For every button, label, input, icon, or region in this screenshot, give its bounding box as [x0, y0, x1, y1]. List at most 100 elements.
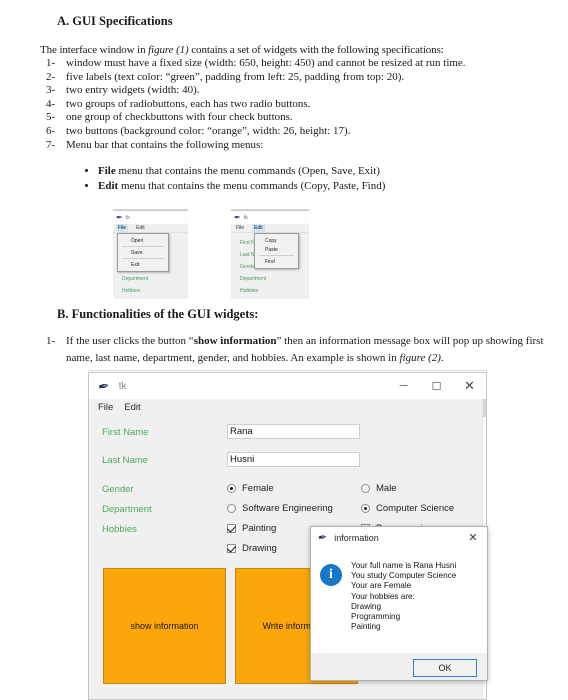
menu-bullet-rest: menu that contains the menu commands (Op… [115, 165, 380, 177]
radio-icon [227, 484, 236, 493]
minifig1-label-department: Department [122, 276, 149, 282]
dialog-titlebar: ✒ information ✕ [311, 527, 487, 548]
radio-gender-male[interactable]: Male [361, 483, 397, 494]
radio-gender-female-label: Female [242, 483, 274, 494]
minifig1-menu-save[interactable]: Save [118, 248, 168, 257]
dialog-footer: OK [311, 653, 487, 680]
section-b-item-1: 1- If the user clicks the button “show i… [46, 333, 546, 366]
minifig1-dd-sep-2 [122, 258, 164, 259]
dialog-message: Your full name is Rana Husni You study C… [351, 561, 457, 632]
minifig1-menu-open[interactable]: Open [118, 236, 168, 245]
label-hobbies: Hobbies [102, 524, 137, 535]
minifig2-titlebar: ✒ tk [231, 211, 309, 224]
menu-bullet-2: Edit menu that contains the menu command… [98, 179, 385, 194]
show-information-button[interactable]: show information [103, 568, 226, 684]
minifig1-menu-edit[interactable]: Edit [134, 224, 147, 232]
figure2-rule [88, 370, 487, 371]
minifig2-edit-dropdown[interactable]: Copy Paste Find [254, 233, 299, 269]
checkbox-drawing[interactable]: Drawing [227, 543, 277, 554]
tk-menu-file[interactable]: File [98, 402, 113, 413]
radio-dept-computer-science[interactable]: Computer Science [361, 503, 454, 514]
spec-list: 1- window must have a fixed size (width: … [46, 57, 466, 152]
feather-icon: ✒ [96, 376, 111, 395]
menu-bullet-1: File menu that contains the menu command… [98, 164, 385, 179]
minifig1-menu-file[interactable]: File [116, 224, 129, 232]
radio-dept-software-engineering[interactable]: Software Engineering [227, 503, 333, 514]
ok-button[interactable]: OK [413, 658, 477, 677]
minifig2-menu-file[interactable]: File [234, 224, 246, 232]
section-b-item-number: 1- [46, 335, 56, 347]
spec-item-7: 7- Menu bar that contains the following m… [46, 139, 466, 153]
tk-titlebar: ✒ tk ─ ☐ ✕ [89, 373, 486, 399]
minifig1-menu-exit[interactable]: Exit [118, 260, 168, 269]
menu-bullet-name: File [98, 165, 116, 177]
sec-b-part3: . [440, 351, 444, 364]
minifig1-titlebar: ✒ tk [113, 211, 188, 224]
menu-bullet-name: Edit [98, 180, 119, 192]
feather-icon: ✒ [234, 213, 241, 222]
spec-item-number: 3- [46, 84, 56, 97]
tk-window-title: tk [118, 380, 127, 392]
info-icon: i [320, 564, 342, 586]
information-dialog: ✒ information ✕ i Your full name is Rana… [310, 526, 488, 681]
menu-bullet-rest: menu that contains the menu commands (Co… [118, 180, 386, 192]
section-a-intro: The interface window in figure (1) conta… [40, 44, 444, 56]
intro-pre: The interface window in [40, 44, 149, 56]
minifig2-menu-paste[interactable]: Paste [255, 245, 298, 254]
minifig2-menu-edit[interactable]: Edit [252, 224, 265, 232]
first-name-input[interactable]: Rana [227, 424, 360, 439]
minifig2-label-department: Department [240, 276, 267, 282]
dialog-body: i Your full name is Rana Husni You study… [311, 548, 487, 653]
minifig2-menubar: File Edit [231, 224, 309, 233]
maximize-button[interactable]: ☐ [420, 373, 453, 399]
radio-dept-se-label: Software Engineering [242, 503, 333, 514]
spec-item-number: 2- [46, 70, 56, 83]
last-name-input[interactable]: Husni [227, 452, 360, 467]
radio-gender-male-label: Male [376, 483, 397, 494]
spec-item-text: one group of checkbuttons with four chec… [66, 111, 293, 124]
dialog-title: information [334, 532, 379, 543]
figure1-file-menu-screenshot: ✒ tk File Edit First Name Last Name Gend… [113, 210, 188, 299]
minifig1-body: First Name Last Name Gender Department H… [113, 233, 188, 299]
section-a-heading: A. GUI Specifications [57, 14, 173, 28]
minifig1-file-dropdown[interactable]: Open Save Exit [117, 233, 169, 272]
sec-b-part1: If the user clicks the button “ [66, 335, 194, 347]
spec-item-number: 6- [46, 124, 56, 137]
minifig2-dd-sep-1 [259, 255, 294, 256]
minifig2-title-text: tk [243, 214, 248, 221]
spec-item-number: 1- [46, 57, 56, 69]
checkbox-drawing-label: Drawing [242, 543, 277, 554]
label-department: Department [102, 504, 152, 515]
sec-b-bold: show information [193, 335, 277, 347]
minifig2-menu-find[interactable]: Find [255, 257, 298, 266]
minimize-button[interactable]: ─ [387, 373, 420, 399]
close-button[interactable]: ✕ [453, 373, 486, 399]
intro-post: contains a set of widgets with the follo… [188, 44, 444, 56]
radio-dept-cs-label: Computer Science [376, 503, 455, 514]
tk-menu-edit[interactable]: Edit [124, 402, 140, 413]
minifig2-label-hobbies: Hobbies [240, 288, 259, 294]
minifig2-menu-copy[interactable]: Copy [255, 236, 298, 245]
section-b-item-text: If the user clicks the button “show info… [66, 333, 546, 366]
spec-item-text: two buttons (background color: “orange”,… [66, 124, 351, 137]
tk-scrollbar-thumb[interactable] [483, 399, 486, 417]
checkbox-painting[interactable]: Painting [227, 523, 276, 534]
label-first-name: First Name [102, 427, 149, 438]
spec-item-text: five labels (text color: “green”, paddin… [66, 70, 405, 83]
feather-icon: ✒ [317, 531, 329, 545]
radio-gender-female[interactable]: Female [227, 483, 274, 494]
minifig1-dd-sep-1 [122, 246, 164, 247]
spec-item-text: two entry widgets (width: 40). [66, 84, 200, 97]
radio-icon [361, 484, 370, 493]
radio-icon [361, 504, 370, 513]
minifig1-label-hobbies: Hobbies [122, 288, 141, 294]
minifig2-body: First Name Last Name Gender Department H… [231, 233, 309, 299]
spec-item-6: 6- two buttons (background color: “orange… [46, 125, 466, 139]
spec-item-text: two groups of radiobuttons, each has two… [66, 97, 311, 110]
feather-icon: ✒ [116, 213, 123, 222]
spec-item-4: 4- two groups of radiobuttons, each has t… [46, 98, 466, 112]
tk-window-controls: ─ ☐ ✕ [387, 373, 486, 399]
dialog-close-button[interactable]: ✕ [459, 527, 487, 548]
spec-item-text: window must have a fixed size (width: 65… [66, 57, 466, 69]
menu-bullet-list: File menu that contains the menu command… [82, 164, 385, 194]
